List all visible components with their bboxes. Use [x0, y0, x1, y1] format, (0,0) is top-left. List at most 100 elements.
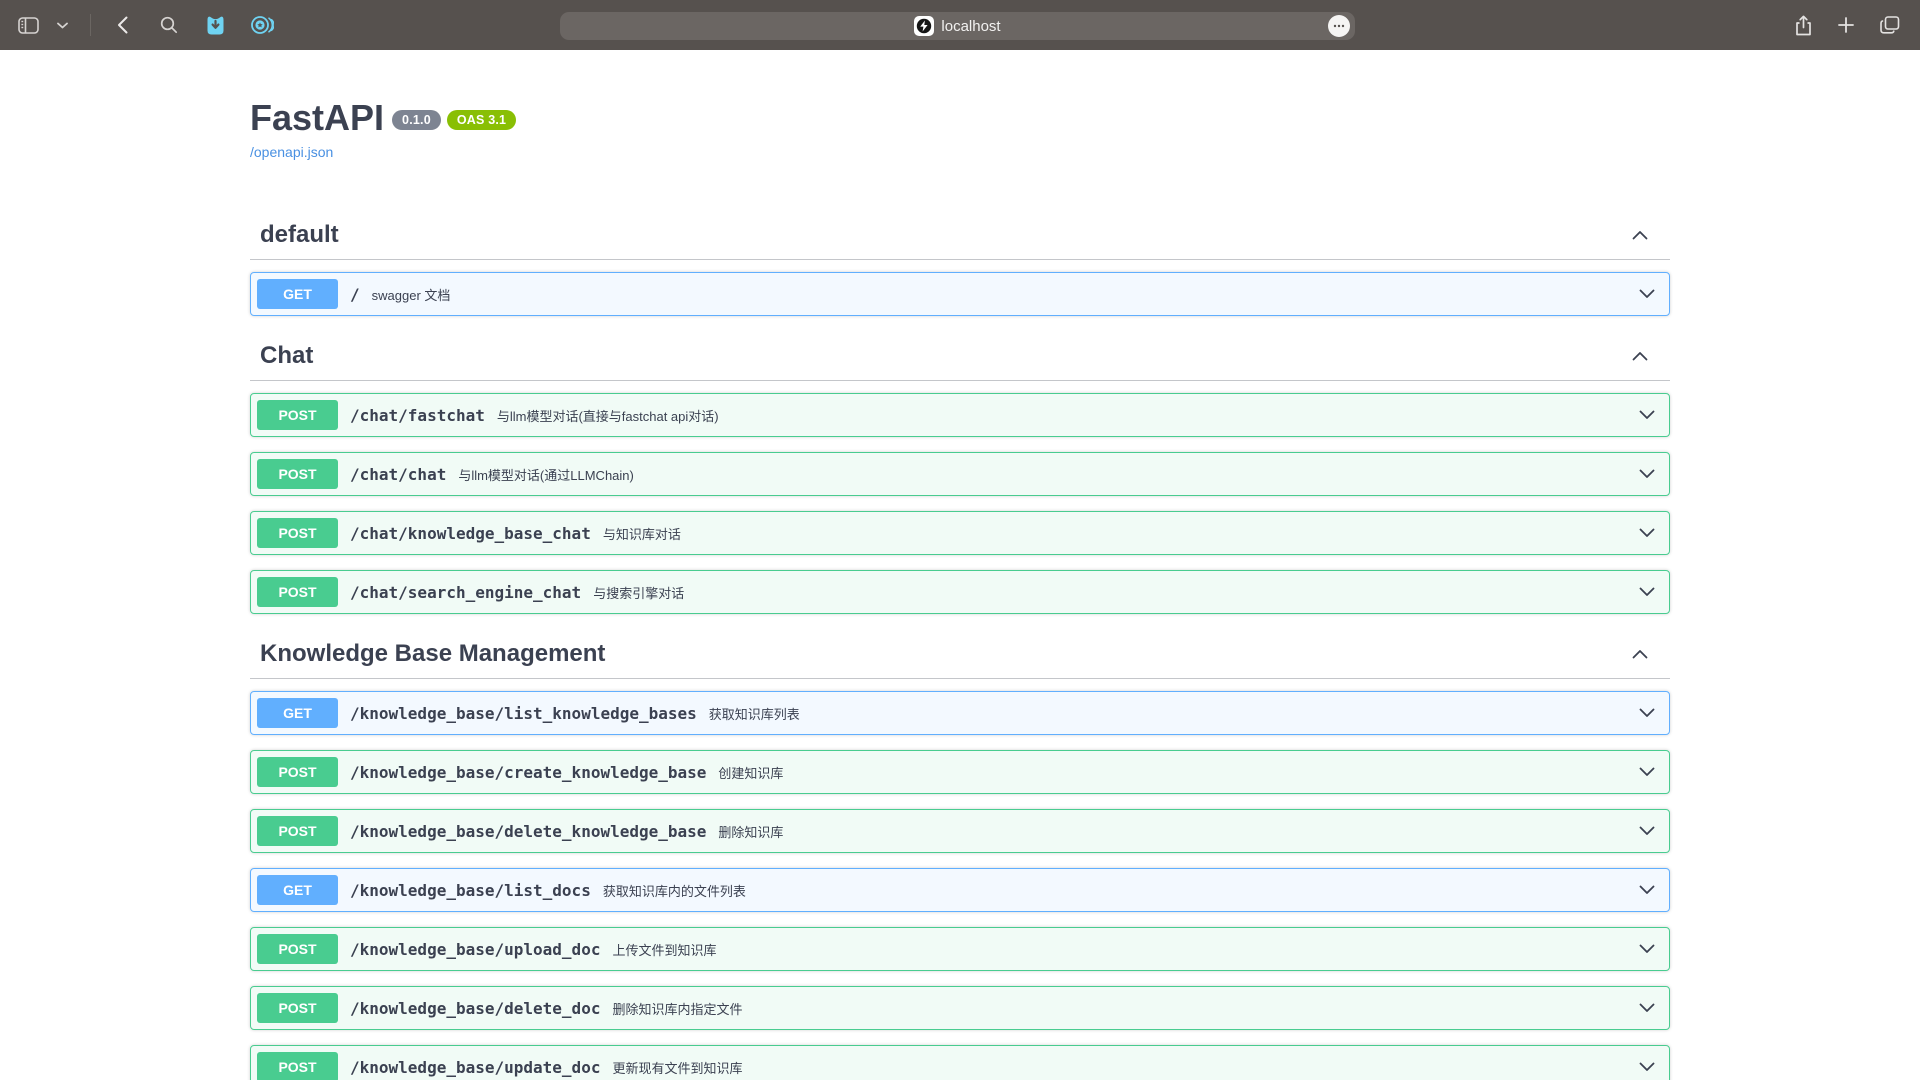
url-text: localhost	[941, 18, 1000, 35]
collapse-section-button[interactable]	[1630, 228, 1650, 242]
method-badge: POST	[257, 993, 338, 1023]
expand-endpoint-button[interactable]	[1639, 410, 1655, 420]
expand-endpoint-button[interactable]	[1639, 587, 1655, 597]
tab-group-menu-button[interactable]	[55, 20, 70, 31]
chevron-down-icon	[1639, 1003, 1655, 1013]
method-badge: POST	[257, 1052, 338, 1080]
chevron-down-icon	[1639, 587, 1655, 597]
endpoint-path: /knowledge_base/upload_doc	[350, 940, 600, 959]
sidebar-toggle-button[interactable]	[16, 15, 41, 36]
endpoint-path: /knowledge_base/list_docs	[350, 881, 591, 900]
endpoint-summary[interactable]: POST /knowledge_base/delete_doc 删除知识库内指定…	[251, 987, 1669, 1029]
endpoint-path: /knowledge_base/delete_doc	[350, 999, 600, 1018]
chevron-down-icon	[1639, 469, 1655, 479]
expand-endpoint-button[interactable]	[1639, 767, 1655, 777]
share-icon	[1795, 15, 1812, 36]
download-extension-button[interactable]	[204, 13, 227, 38]
plus-icon	[1838, 17, 1854, 33]
chevron-down-icon	[1639, 767, 1655, 777]
new-tab-button[interactable]	[1836, 15, 1856, 35]
endpoint-summary[interactable]: GET /knowledge_base/list_knowledge_bases…	[251, 692, 1669, 734]
share-button[interactable]	[1793, 13, 1814, 38]
chevron-down-icon	[1639, 885, 1655, 895]
expand-endpoint-button[interactable]	[1639, 826, 1655, 836]
fastapi-logo-icon	[916, 18, 932, 34]
section-header[interactable]: default	[250, 210, 1670, 260]
collapse-section-button[interactable]	[1630, 647, 1650, 661]
endpoint-description: swagger 文档	[372, 285, 451, 304]
endpoint-row: POST /knowledge_base/create_knowledge_ba…	[250, 750, 1670, 794]
endpoint-summary[interactable]: POST /chat/search_engine_chat 与搜索引擎对话	[251, 571, 1669, 613]
tag-section: default GET / swagger 文档	[250, 210, 1670, 316]
endpoint-path: /chat/knowledge_base_chat	[350, 524, 591, 543]
expand-endpoint-button[interactable]	[1639, 1003, 1655, 1013]
section-header[interactable]: Knowledge Base Management	[250, 629, 1670, 679]
endpoint-row: POST /chat/knowledge_base_chat 与知识库对话	[250, 511, 1670, 555]
search-icon	[160, 16, 178, 34]
chevron-up-icon	[1632, 351, 1648, 361]
tag-section: Knowledge Base Management GET /knowledge…	[250, 629, 1670, 1080]
rings-extension-button[interactable]	[249, 13, 276, 37]
method-badge: POST	[257, 400, 338, 430]
section-rows: POST /chat/fastchat 与llm模型对话(直接与fastchat…	[250, 381, 1670, 614]
section-rows: GET / swagger 文档	[250, 260, 1670, 316]
endpoint-summary[interactable]: POST /chat/chat 与llm模型对话(通过LLMChain)	[251, 453, 1669, 495]
rings-extension-icon	[251, 15, 274, 35]
endpoint-path: /knowledge_base/list_knowledge_bases	[350, 704, 697, 723]
endpoint-summary[interactable]: GET /knowledge_base/list_docs 获取知识库内的文件列…	[251, 869, 1669, 911]
endpoint-summary[interactable]: POST /chat/fastchat 与llm模型对话(直接与fastchat…	[251, 394, 1669, 436]
endpoint-row: GET /knowledge_base/list_knowledge_bases…	[250, 691, 1670, 735]
method-badge: POST	[257, 518, 338, 548]
toolbar-separator	[90, 14, 91, 36]
expand-endpoint-button[interactable]	[1639, 469, 1655, 479]
expand-endpoint-button[interactable]	[1639, 944, 1655, 954]
section-header[interactable]: Chat	[250, 331, 1670, 381]
endpoint-path: /chat/fastchat	[350, 406, 485, 425]
endpoint-summary[interactable]: POST /knowledge_base/update_doc 更新现有文件到知…	[251, 1046, 1669, 1080]
endpoint-description: 与llm模型对话(直接与fastchat api对话)	[497, 406, 719, 425]
endpoint-summary[interactable]: POST /knowledge_base/upload_doc 上传文件到知识库	[251, 928, 1669, 970]
endpoint-path: /chat/search_engine_chat	[350, 583, 581, 602]
endpoint-summary[interactable]: GET / swagger 文档	[251, 273, 1669, 315]
section-title: default	[260, 220, 339, 249]
expand-endpoint-button[interactable]	[1639, 885, 1655, 895]
tab-overview-button[interactable]	[1878, 14, 1902, 36]
endpoint-summary[interactable]: POST /knowledge_base/delete_knowledge_ba…	[251, 810, 1669, 852]
endpoint-row: POST /knowledge_base/delete_doc 删除知识库内指定…	[250, 986, 1670, 1030]
search-button[interactable]	[158, 14, 180, 36]
chevron-down-icon	[1639, 410, 1655, 420]
endpoint-description: 更新现有文件到知识库	[612, 1058, 742, 1077]
chevron-down-icon	[1639, 826, 1655, 836]
endpoint-row: POST /chat/search_engine_chat 与搜索引擎对话	[250, 570, 1670, 614]
endpoint-description: 与搜索引擎对话	[593, 583, 684, 602]
endpoint-summary[interactable]: POST /chat/knowledge_base_chat 与知识库对话	[251, 512, 1669, 554]
page-settings-button[interactable]	[1328, 15, 1350, 37]
expand-endpoint-button[interactable]	[1639, 528, 1655, 538]
endpoint-description: 与知识库对话	[603, 524, 681, 543]
endpoint-description: 创建知识库	[718, 763, 783, 782]
swagger-page: FastAPI0.1.0OAS 3.1 /openapi.json defaul…	[0, 50, 1920, 1080]
address-bar[interactable]: localhost	[560, 12, 1355, 40]
collapse-section-button[interactable]	[1630, 349, 1650, 363]
api-info: FastAPI0.1.0OAS 3.1 /openapi.json	[250, 50, 1670, 210]
chevron-down-icon	[57, 22, 68, 29]
expand-endpoint-button[interactable]	[1639, 708, 1655, 718]
endpoint-row: GET / swagger 文档	[250, 272, 1670, 316]
chevron-up-icon	[1632, 649, 1648, 659]
chevron-up-icon	[1632, 230, 1648, 240]
openapi-json-link[interactable]: /openapi.json	[250, 144, 333, 161]
expand-endpoint-button[interactable]	[1639, 1062, 1655, 1072]
chevron-down-icon	[1639, 528, 1655, 538]
endpoint-row: POST /chat/fastchat 与llm模型对话(直接与fastchat…	[250, 393, 1670, 437]
section-title: Knowledge Base Management	[260, 639, 605, 668]
endpoint-row: POST /knowledge_base/upload_doc 上传文件到知识库	[250, 927, 1670, 971]
chevron-down-icon	[1639, 708, 1655, 718]
method-badge: POST	[257, 757, 338, 787]
chevron-down-icon	[1639, 1062, 1655, 1072]
endpoint-summary[interactable]: POST /knowledge_base/create_knowledge_ba…	[251, 751, 1669, 793]
back-button[interactable]	[115, 14, 130, 36]
expand-endpoint-button[interactable]	[1639, 289, 1655, 299]
endpoint-description: 与llm模型对话(通过LLMChain)	[458, 465, 634, 484]
method-badge: GET	[257, 279, 338, 309]
method-badge: GET	[257, 698, 338, 728]
